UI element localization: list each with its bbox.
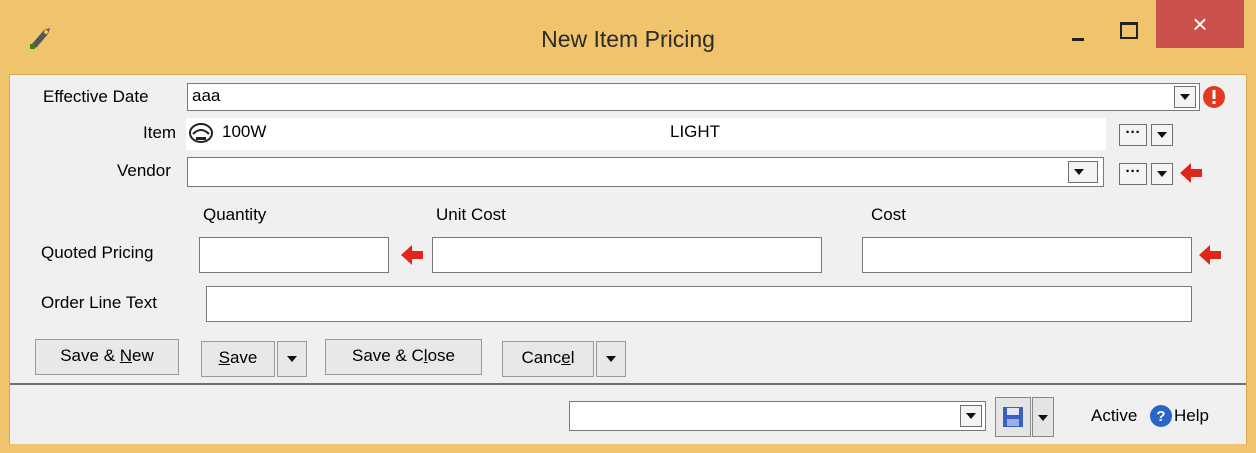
- svg-text:?: ?: [1156, 408, 1165, 425]
- item-browse-button[interactable]: ···: [1119, 124, 1147, 146]
- cancel-button[interactable]: Cancel: [502, 341, 594, 377]
- save-close-label-pre: Save & C: [351, 346, 424, 365]
- save-layout-options-button[interactable]: [1032, 397, 1054, 437]
- save-new-button[interactable]: Save & New: [35, 339, 179, 375]
- cancel-label-post: l: [570, 348, 575, 367]
- save-close-label-post: ose: [427, 346, 455, 365]
- layout-selector-dropdown-button[interactable]: [960, 405, 982, 427]
- item-description: LIGHT: [670, 122, 721, 141]
- title-bar: New Item Pricing ×: [0, 0, 1256, 74]
- help-link[interactable]: Help: [1174, 406, 1209, 426]
- layout-selector-combo[interactable]: [569, 401, 986, 431]
- save-label-mnemonic: S: [218, 348, 230, 367]
- save-options-dropdown-button[interactable]: [277, 341, 307, 377]
- order-line-text-label: Order Line Text: [41, 293, 157, 312]
- required-arrow-icon: [401, 245, 423, 265]
- save-button[interactable]: Save: [201, 341, 275, 377]
- chevron-down-icon: [606, 355, 616, 362]
- status-text: Active: [1091, 406, 1138, 425]
- vendor-browse-button[interactable]: ···: [1119, 163, 1147, 185]
- quoted-pricing-label: Quoted Pricing: [41, 243, 154, 262]
- item-dropdown-button[interactable]: [1151, 124, 1173, 146]
- effective-date-value: aaa: [192, 86, 221, 105]
- vendor-label: Vendor: [117, 161, 171, 180]
- floppy-icon: [1003, 407, 1023, 427]
- save-new-label-post: ew: [132, 346, 154, 365]
- order-line-text-input[interactable]: [206, 286, 1192, 322]
- cancel-options-dropdown-button[interactable]: [596, 341, 626, 377]
- save-layout-button[interactable]: [995, 397, 1031, 437]
- vendor-combo[interactable]: [187, 157, 1104, 187]
- error-icon: [1203, 86, 1225, 108]
- effective-date-label: Effective Date: [43, 87, 149, 106]
- form-panel: Effective Date aaa Item 100W LIGHT ··· V…: [9, 74, 1247, 444]
- maximize-button[interactable]: [1110, 18, 1146, 48]
- chevron-down-icon: [287, 355, 297, 362]
- item-label: Item: [143, 123, 177, 142]
- item-code: 100W: [222, 122, 267, 141]
- minimize-button[interactable]: [1066, 22, 1100, 52]
- unit-cost-column-header: Unit Cost: [436, 205, 506, 224]
- quantity-column-header: Quantity: [203, 205, 267, 224]
- cost-column-header: Cost: [871, 205, 906, 224]
- vendor-dropdown-button[interactable]: [1068, 161, 1098, 183]
- item-picker-icon[interactable]: [188, 122, 214, 146]
- cancel-label-pre: Canc: [521, 348, 562, 367]
- cost-input[interactable]: [862, 237, 1192, 273]
- save-close-button[interactable]: Save & Close: [325, 339, 482, 375]
- close-button[interactable]: ×: [1156, 0, 1244, 48]
- chevron-down-icon: [1038, 415, 1048, 421]
- save-new-label-mnemonic: N: [119, 346, 133, 365]
- status-bar: Active ? Help: [10, 383, 1246, 444]
- cancel-label-mnemonic: e: [561, 348, 571, 367]
- required-arrow-icon: [1180, 163, 1202, 183]
- quantity-input[interactable]: [199, 237, 389, 273]
- effective-date-combo[interactable]: aaa: [187, 83, 1200, 111]
- vendor-options-dropdown-button[interactable]: [1151, 163, 1173, 185]
- effective-date-dropdown-button[interactable]: [1174, 86, 1196, 108]
- item-display: 100W LIGHT: [186, 118, 1106, 150]
- required-arrow-icon: [1199, 245, 1221, 265]
- help-icon[interactable]: ?: [1149, 404, 1173, 428]
- save-new-label-pre: Save &: [60, 346, 120, 365]
- unit-cost-input[interactable]: [432, 237, 822, 273]
- save-label-post: ave: [229, 348, 258, 367]
